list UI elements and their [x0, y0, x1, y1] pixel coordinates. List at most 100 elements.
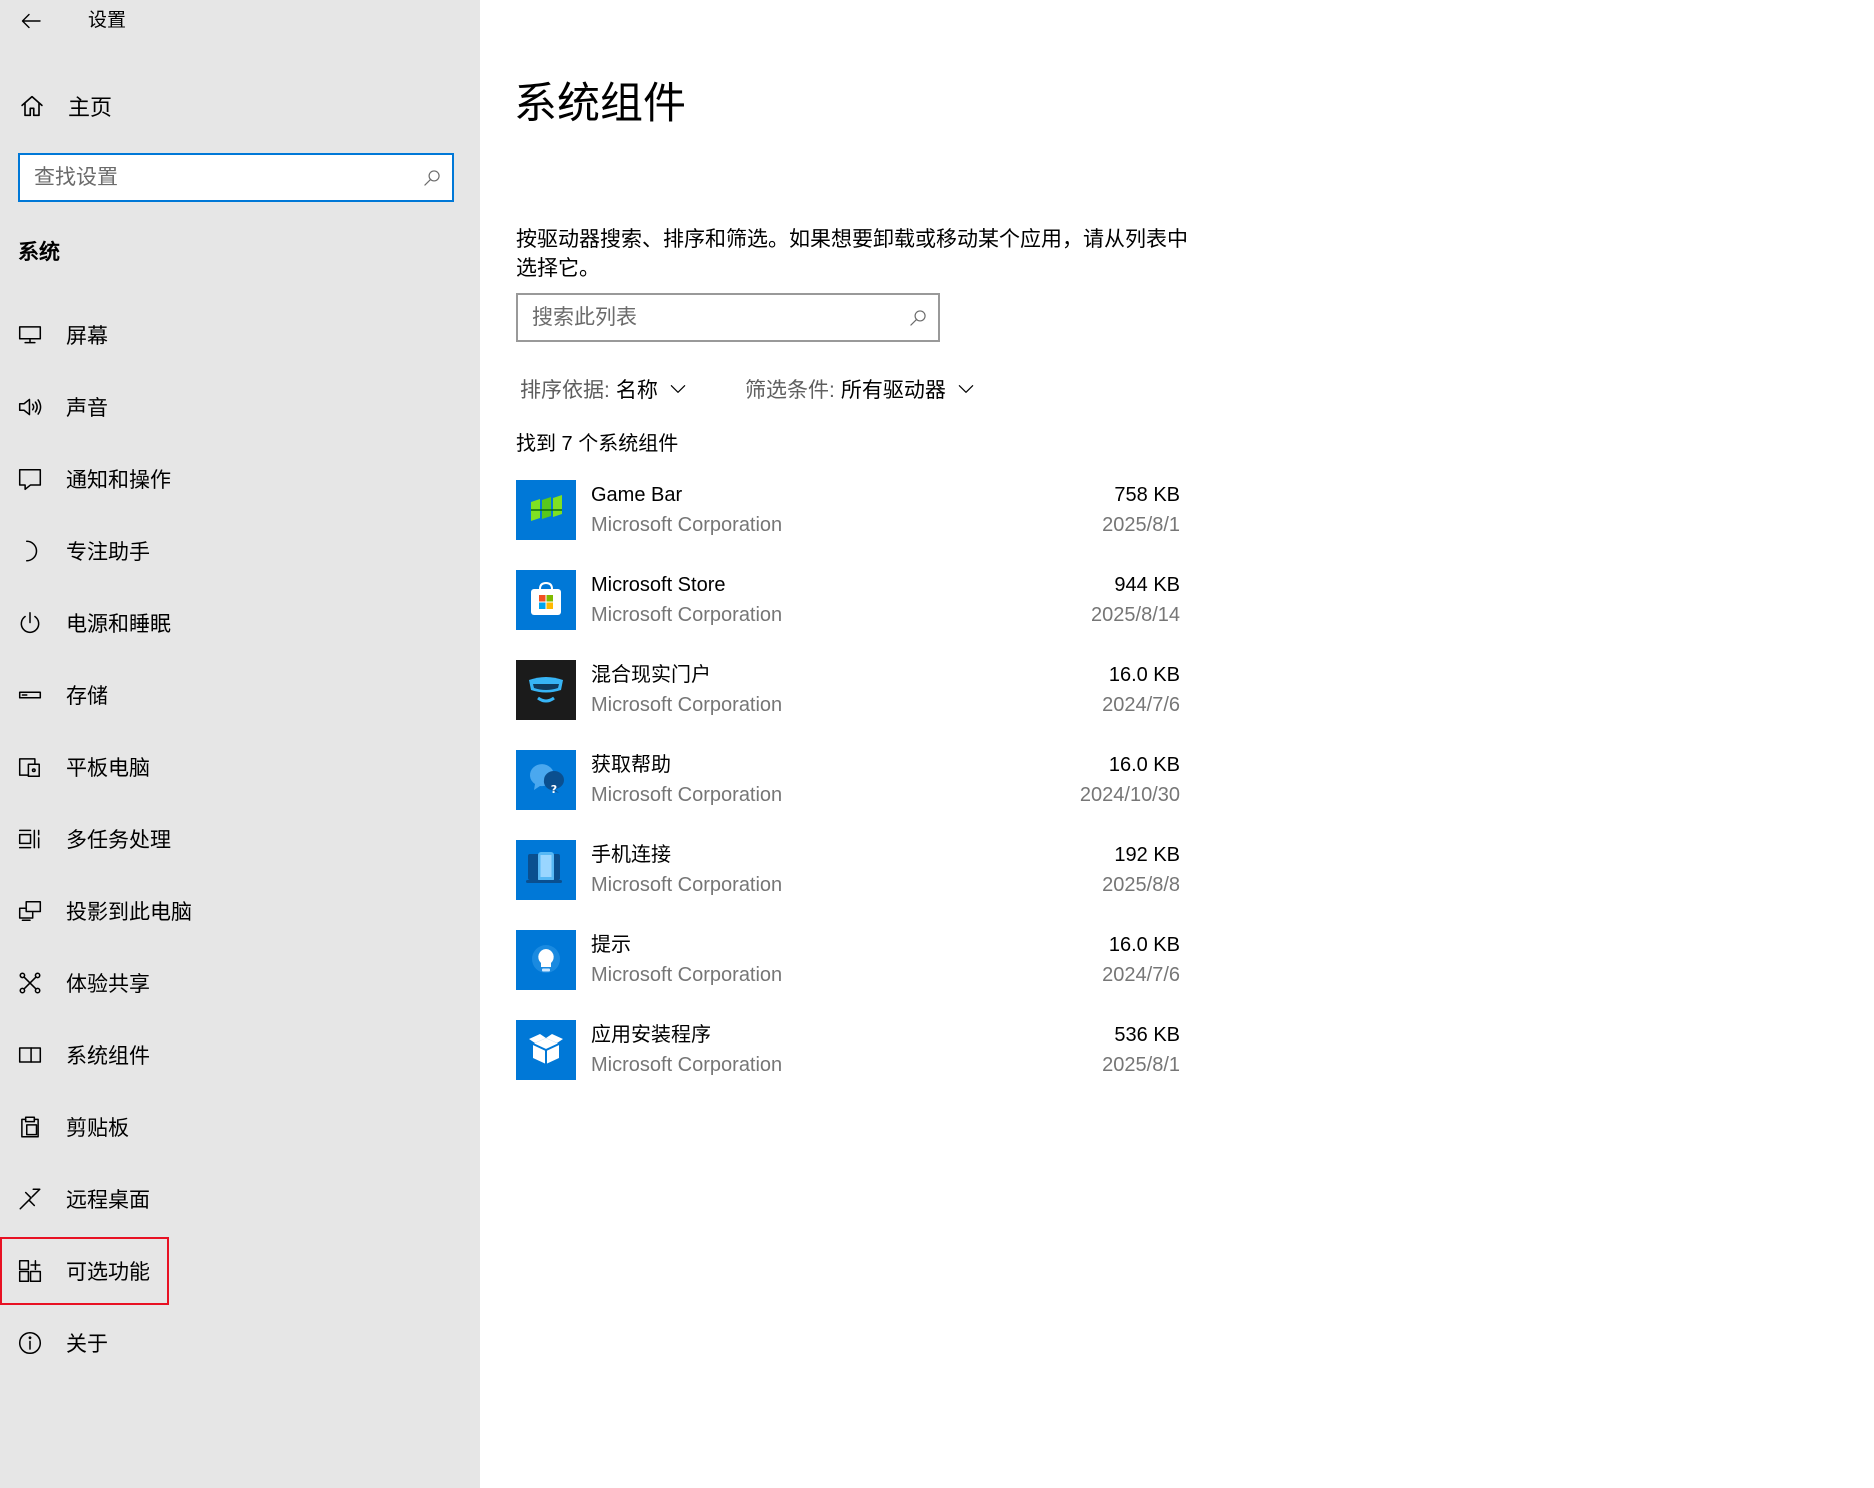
filter-value: 所有驱动器	[840, 379, 946, 402]
sidebar: 设置 主页 系统 屏幕 声音	[0, 0, 480, 1488]
list-search-input[interactable]	[518, 304, 898, 331]
sidebar-item-power-sleep[interactable]: 电源和睡眠	[0, 587, 480, 659]
app-name: 应用安装程序	[591, 1024, 711, 1046]
app-date: 2024/7/6	[1102, 964, 1180, 986]
settings-search-button[interactable]	[412, 158, 452, 198]
app-publisher: Microsoft Corporation	[591, 694, 783, 716]
app-name: 混合现实门户	[591, 664, 711, 686]
storage-icon	[16, 681, 44, 709]
remote-desktop-icon	[16, 1185, 44, 1213]
app-date: 2025/8/8	[1102, 874, 1180, 896]
list-search-button[interactable]	[898, 298, 938, 338]
sidebar-item-notifications[interactable]: 通知和操作	[0, 443, 480, 515]
sidebar-item-label: 关于	[66, 1333, 108, 1356]
section-title: 系统	[18, 241, 60, 264]
sidebar-item-label: 存储	[66, 685, 108, 708]
app-date: 2025/8/1	[1102, 514, 1180, 536]
app-date: 2024/10/30	[1079, 784, 1180, 806]
sidebar-item-multitasking[interactable]: 多任务处理	[0, 803, 480, 875]
app-publisher: Microsoft Corporation	[591, 784, 783, 806]
app-publisher: Microsoft Corporation	[591, 1054, 783, 1076]
phone-link-icon	[516, 840, 576, 900]
sort-label: 排序依据:	[520, 379, 610, 402]
window-title: 设置	[88, 10, 127, 31]
sidebar-item-system-components[interactable]: 系统组件	[0, 1019, 480, 1091]
sort-filter-row: 排序依据: 名称 筛选条件: 所有驱动器	[0, 374, 1100, 404]
sidebar-item-tablet[interactable]: 平板电脑	[0, 731, 480, 803]
sidebar-item-label: 剪贴板	[66, 1117, 129, 1140]
sidebar-item-label: 专注助手	[66, 541, 150, 564]
search-icon	[424, 169, 440, 186]
sidebar-item-label: 通知和操作	[66, 469, 171, 492]
home-label: 主页	[68, 95, 113, 120]
display-icon	[16, 321, 44, 349]
sidebar-item-label: 屏幕	[66, 325, 108, 348]
filter-dropdown[interactable]: 筛选条件: 所有驱动器	[745, 374, 976, 404]
app-publisher: Microsoft Corporation	[591, 514, 783, 536]
sidebar-item-storage[interactable]: 存储	[0, 659, 480, 731]
list-search-box[interactable]	[516, 293, 940, 342]
sidebar-item-remote-desktop[interactable]: 远程桌面	[0, 1163, 480, 1235]
sort-dropdown[interactable]: 排序依据: 名称	[520, 374, 688, 404]
app-name: 提示	[591, 934, 631, 956]
sidebar-item-label: 远程桌面	[66, 1189, 150, 1212]
projection-icon	[16, 897, 44, 925]
app-list-item[interactable]: 提示 Microsoft Corporation 16.0 KB 2024/7/…	[516, 930, 1180, 992]
notification-icon	[16, 465, 44, 493]
app-publisher: Microsoft Corporation	[591, 964, 783, 986]
app-installer-icon	[516, 1020, 576, 1080]
sidebar-item-label: 投影到此电脑	[66, 901, 192, 924]
chevron-down-icon	[958, 385, 974, 393]
home-icon	[21, 95, 43, 117]
sidebar-item-label: 电源和睡眠	[66, 613, 171, 636]
svg-text:?: ?	[551, 783, 557, 796]
power-icon	[16, 609, 44, 637]
app-list-item[interactable]: Game Bar Microsoft Corporation 758 KB 20…	[516, 480, 1180, 542]
sidebar-item-label: 多任务处理	[66, 829, 171, 852]
app-list-item[interactable]: 混合现实门户 Microsoft Corporation 16.0 KB 202…	[516, 660, 1180, 722]
app-size: 16.0 KB	[1108, 754, 1180, 776]
settings-search-box[interactable]	[18, 153, 454, 202]
game-bar-icon	[516, 480, 576, 540]
app-list-item[interactable]: ? 获取帮助 Microsoft Corporation 16.0 KB 202…	[516, 750, 1180, 812]
back-button[interactable]	[14, 6, 48, 36]
app-name: Microsoft Store	[591, 574, 726, 596]
sidebar-item-display[interactable]: 屏幕	[0, 299, 480, 371]
tablet-icon	[16, 753, 44, 781]
sidebar-item-about[interactable]: 关于	[0, 1307, 480, 1379]
home-link[interactable]: 主页	[0, 86, 480, 126]
result-count: 找到 7 个系统组件	[516, 433, 679, 455]
moon-icon	[16, 537, 44, 565]
sidebar-nav: 屏幕 声音 通知和操作 专注助手 电源和睡眠 存储 平板电脑 多任务处理 投影到…	[0, 299, 480, 1379]
app-list-item[interactable]: 应用安装程序 Microsoft Corporation 536 KB 2025…	[516, 1020, 1180, 1082]
highlight-box	[0, 1237, 169, 1305]
app-publisher: Microsoft Corporation	[591, 874, 783, 896]
system-components-icon	[16, 1041, 44, 1069]
settings-search-input[interactable]	[20, 164, 412, 191]
shared-experiences-icon	[16, 969, 44, 997]
app-name: 获取帮助	[591, 754, 671, 776]
app-size: 944 KB	[1114, 574, 1180, 596]
app-size: 16.0 KB	[1108, 664, 1180, 686]
mixed-reality-icon	[516, 660, 576, 720]
sidebar-item-focus-assist[interactable]: 专注助手	[0, 515, 480, 587]
app-list-item[interactable]: 手机连接 Microsoft Corporation 192 KB 2025/8…	[516, 840, 1180, 902]
sidebar-item-clipboard[interactable]: 剪贴板	[0, 1091, 480, 1163]
sidebar-item-label: 体验共享	[66, 973, 150, 996]
get-help-icon: ?	[516, 750, 576, 810]
info-icon	[16, 1329, 44, 1357]
app-name: Game Bar	[591, 484, 683, 506]
app-size: 16.0 KB	[1108, 934, 1180, 956]
app-date: 2025/8/1	[1102, 1054, 1180, 1076]
app-size: 758 KB	[1114, 484, 1180, 506]
sidebar-item-label: 平板电脑	[66, 757, 150, 780]
sidebar-item-projecting[interactable]: 投影到此电脑	[0, 875, 480, 947]
app-list-item[interactable]: Microsoft Store Microsoft Corporation 94…	[516, 570, 1180, 632]
clipboard-icon	[16, 1113, 44, 1141]
sidebar-item-shared-experiences[interactable]: 体验共享	[0, 947, 480, 1019]
chevron-down-icon	[670, 385, 686, 393]
multitasking-icon	[16, 825, 44, 853]
sort-value: 名称	[615, 379, 658, 402]
page-description: 按驱动器搜索、排序和筛选。如果想要卸载或移动某个应用，请从列表中选择它。	[516, 228, 1188, 280]
store-icon	[516, 570, 576, 630]
